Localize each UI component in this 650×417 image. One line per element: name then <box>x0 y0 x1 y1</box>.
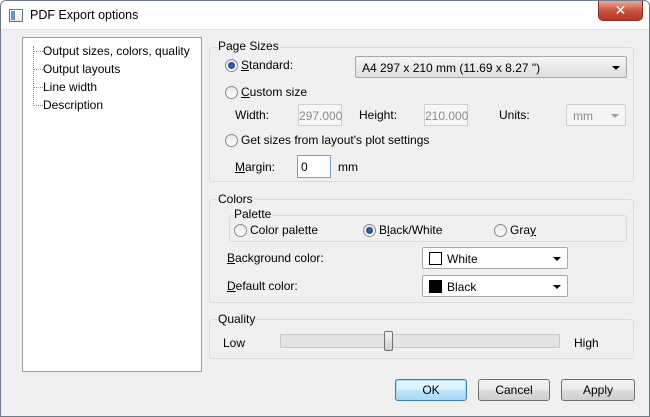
quality-high-label: High <box>574 336 599 350</box>
background-color-select[interactable]: White <box>422 247 568 269</box>
chevron-down-icon <box>612 66 620 70</box>
height-field[interactable]: 210.000 <box>424 104 468 126</box>
standard-radio[interactable] <box>225 59 238 72</box>
colors-label: Colors <box>217 192 254 206</box>
apply-button[interactable]: Apply <box>561 379 635 401</box>
tree-item-output-layouts[interactable]: Output layouts <box>43 62 120 76</box>
units-value: mm <box>573 109 593 123</box>
ok-button[interactable]: OK <box>395 379 467 401</box>
default-color-label: Default color: <box>227 279 298 293</box>
default-color-value: Black <box>447 280 477 294</box>
window-icon <box>9 9 23 22</box>
units-label: Units: <box>499 108 530 122</box>
options-tree[interactable]: Output sizes, colors, quality Output lay… <box>22 37 202 372</box>
standard-size-value: A4 297 x 210 mm (11.69 x 8.27 ") <box>362 61 541 75</box>
color-palette-label: Color palette <box>250 223 319 237</box>
background-color-label: Background color: <box>227 251 324 265</box>
margin-label: Margin: <box>235 160 276 174</box>
color-swatch <box>429 252 442 265</box>
units-select[interactable]: mm <box>566 104 626 126</box>
tree-item-description[interactable]: Description <box>43 98 103 112</box>
pdf-export-dialog: PDF Export options ✕ Output sizes, color… <box>0 0 650 417</box>
page-sizes-label: Page Sizes <box>217 39 280 53</box>
standard-size-select[interactable]: A4 297 x 210 mm (11.69 x 8.27 ") <box>355 56 627 78</box>
layout-sizes-radio[interactable] <box>225 134 238 147</box>
standard-label: Standard: <box>241 58 294 72</box>
color-palette-radio[interactable] <box>234 224 247 237</box>
chevron-down-icon <box>553 285 561 289</box>
cancel-button[interactable]: Cancel <box>478 379 550 401</box>
gray-radio[interactable] <box>494 224 507 237</box>
custom-size-label: Custom size <box>241 85 308 99</box>
close-button[interactable]: ✕ <box>598 1 643 21</box>
black-white-radio[interactable] <box>363 224 376 237</box>
layout-sizes-label: Get sizes from layout's plot settings <box>241 133 430 147</box>
height-label: Height: <box>359 108 398 122</box>
quality-low-label: Low <box>223 336 246 350</box>
color-swatch <box>429 280 442 293</box>
title-bar: PDF Export options <box>1 1 649 30</box>
chevron-down-icon <box>553 257 561 261</box>
background-color-value: White <box>447 252 478 266</box>
margin-unit: mm <box>338 160 358 174</box>
quality-label: Quality <box>217 312 257 326</box>
quality-slider-track[interactable] <box>280 334 560 348</box>
gray-label: Gray <box>510 223 537 237</box>
tree-item-line-width[interactable]: Line width <box>43 80 97 94</box>
default-color-select[interactable]: Black <box>422 275 568 297</box>
quality-slider-thumb[interactable] <box>384 331 393 351</box>
custom-size-radio[interactable] <box>225 86 238 99</box>
margin-input[interactable]: 0 <box>297 155 331 178</box>
black-white-label: Black/White <box>379 223 443 237</box>
tree-item-output-sizes[interactable]: Output sizes, colors, quality <box>43 44 190 58</box>
width-field[interactable]: 297.000 <box>298 104 342 126</box>
chevron-down-icon <box>611 114 619 118</box>
width-label: Width: <box>235 108 270 122</box>
palette-label: Palette <box>233 207 273 221</box>
window-title: PDF Export options <box>30 8 139 22</box>
